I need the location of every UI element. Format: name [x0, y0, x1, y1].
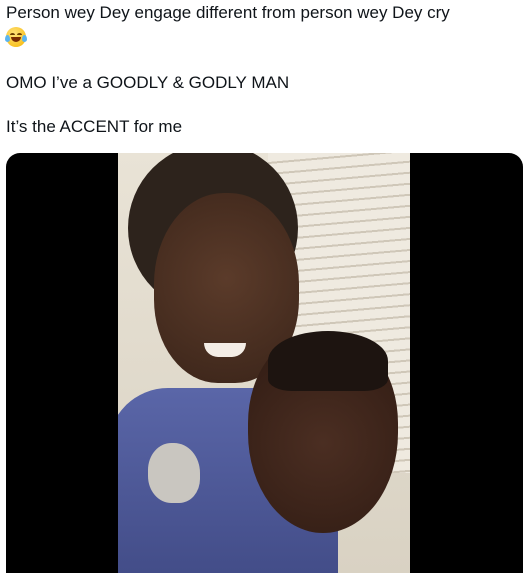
- video-player[interactable]: [6, 153, 523, 573]
- tweet-line-3: It’s the ACCENT for me: [6, 117, 183, 136]
- video-frame[interactable]: [118, 153, 410, 573]
- shirt-print: [148, 443, 200, 503]
- emoji-line: [5, 24, 518, 50]
- tweet-line-2: OMO I’ve a GOODLY & GODLY MAN: [6, 73, 290, 92]
- face-with-tears-of-joy-icon: [5, 27, 27, 47]
- tweet-text: Person wey Dey engage different from per…: [5, 2, 518, 138]
- tweet-line-1: Person wey Dey engage different from per…: [6, 3, 450, 22]
- man-hair: [268, 331, 388, 391]
